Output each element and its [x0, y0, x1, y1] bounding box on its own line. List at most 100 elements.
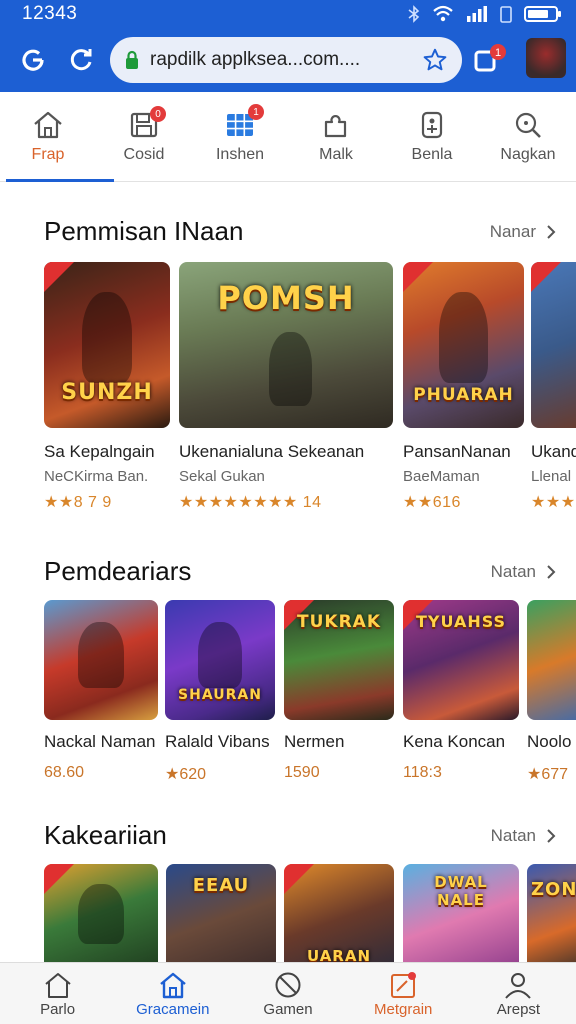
app-thumbnail[interactable]: ZON [527, 864, 576, 962]
tab-label: Nagkan [500, 146, 556, 163]
tab-malk[interactable]: Malk [288, 92, 384, 181]
reload-button[interactable] [60, 39, 102, 81]
app-price: 1590 [284, 764, 320, 781]
game-logo: SUNZH [61, 379, 153, 405]
app-card[interactable]: TYUAHSS Kena Koncan 118:3 [403, 600, 521, 790]
reload-icon [70, 49, 92, 71]
bottom-navigation: Parlo Gracamein Gamen Metgrain Arepst [0, 962, 576, 1024]
google-button[interactable] [12, 39, 54, 81]
app-developer: BaeMaman [403, 468, 480, 485]
app-thumbnail [44, 600, 158, 720]
app-rating: ★★★ [531, 494, 576, 511]
search-icon [515, 112, 541, 138]
app-card[interactable]: TUKRAK Nermen 1590 [284, 600, 396, 790]
section-header: Pemdeariars Natan [44, 556, 556, 587]
nav-label: Gracamein [136, 1001, 210, 1018]
nav-arepst[interactable]: Arepst [461, 963, 576, 1024]
app-card[interactable]: SUNZH Sa Kepalngain NeCKirma Ban. ★★8 7 … [44, 262, 172, 512]
lock-icon [126, 50, 138, 69]
game-logo: ZON [531, 879, 576, 901]
profile-avatar[interactable] [526, 38, 566, 78]
tabs-button[interactable]: 1 [470, 42, 510, 83]
status-time: 12343 [22, 3, 78, 24]
see-more-link[interactable]: Natan [491, 562, 556, 582]
app-title: Ukand [531, 442, 576, 461]
app-card[interactable]: Noolo ★677 [527, 600, 576, 790]
block-icon [275, 972, 301, 998]
tab-frap[interactable]: Frap [0, 92, 114, 182]
app-rating: ★★8 7 9 [44, 494, 112, 511]
tab-cosid[interactable]: 0 Cosid [96, 92, 192, 181]
app-title: Nermen [284, 732, 345, 751]
notification-badge: 0 [150, 106, 166, 122]
chevron-right-icon [547, 224, 556, 239]
app-card[interactable]: POMSH Ukenanialuna Sekeanan Sekal Gukan … [179, 262, 395, 512]
puzzle-icon [324, 114, 347, 138]
app-rating: ★★616 [403, 494, 461, 511]
app-title: Nackal Naman [44, 732, 156, 751]
app-developer: Llenal [531, 468, 572, 485]
corner-tag [403, 262, 433, 292]
signal-icon [467, 6, 487, 22]
battery-icon [524, 6, 561, 22]
corner-tag [531, 262, 561, 292]
see-more-label: Nanar [489, 221, 536, 241]
home-active-icon [160, 972, 186, 999]
home-icon [44, 973, 71, 998]
corner-tag [284, 864, 314, 894]
app-title: Sa Kepalngain [44, 442, 155, 461]
hero-figure [78, 621, 124, 688]
nav-gamen[interactable]: Gamen [230, 963, 345, 1024]
app-thumbnail: POMSH [179, 262, 393, 428]
see-more-link[interactable]: Nanar [490, 222, 556, 242]
corner-tag [44, 864, 74, 894]
app-title: Ukenanialuna Sekeanan [179, 442, 365, 461]
app-title: Noolo [527, 732, 572, 751]
app-thumbnail [527, 600, 576, 720]
app-developer: NeCKirma Ban. [44, 468, 149, 485]
game-logo: EEAU [192, 875, 250, 896]
bookmark-star-icon[interactable] [422, 47, 448, 73]
nav-gracamein[interactable]: Gracamein [115, 963, 230, 1024]
section-more: Kakeariian Natan EEAU UARAN DWAL NALE ZO… [0, 804, 576, 962]
app-thumbnail[interactable]: UARAN [284, 864, 394, 962]
tab-inshen[interactable]: 1 Inshen [192, 92, 288, 181]
app-thumbnail: SUNZH [44, 262, 170, 428]
see-more-link[interactable]: Natan [491, 826, 556, 846]
chevron-right-icon [547, 828, 556, 843]
nav-metgrain[interactable]: Metgrain [346, 963, 461, 1024]
app-price: ★677 [527, 766, 569, 783]
app-thumbnail[interactable]: EEAU [166, 864, 276, 962]
app-thumbnail: PHUARAH [403, 262, 524, 428]
app-card[interactable]: Nackal Naman 68.60 [44, 600, 158, 790]
app-price: ★620 [165, 766, 207, 783]
category-tabs: Frap 0 Cosid 1 Inshen Malk Benla Nagkan [0, 92, 576, 182]
app-card[interactable]: SHAURAN Ralald Vibans ★620 [165, 600, 277, 790]
game-logo: TYUAHSS [415, 612, 507, 631]
app-thumbnail[interactable]: DWAL NALE [403, 864, 519, 962]
tab-label: Inshen [215, 146, 265, 163]
tab-nagkan[interactable]: Nagkan [480, 92, 576, 181]
app-thumbnail: TYUAHSS [403, 600, 519, 720]
tab-label: Malk [319, 146, 353, 163]
hero-figure [198, 621, 242, 688]
nav-label: Arepst [496, 1001, 541, 1018]
app-title: PansanNanan [403, 442, 511, 461]
app-thumbnail[interactable] [44, 864, 158, 962]
app-card[interactable]: PHUARAH PansanNanan BaeMaman ★★616 [403, 262, 525, 512]
app-card[interactable]: Ukand Llenal ★★★ [531, 262, 576, 512]
section-header: Pemmisan INaan Nanar [44, 216, 556, 247]
tab-benla[interactable]: Benla [384, 92, 480, 181]
app-developer: Sekal Gukan [179, 468, 265, 485]
app-thumbnail: SHAURAN [165, 600, 275, 720]
app-price: 118:3 [403, 764, 442, 781]
nav-parlo[interactable]: Parlo [0, 963, 115, 1024]
address-bar[interactable]: rapdilk applksea...com.... [110, 37, 462, 83]
svg-text:1: 1 [495, 47, 501, 59]
app-title: Ralald Vibans [165, 732, 270, 751]
hero-figure [268, 331, 312, 407]
app-thumbnail: TUKRAK [284, 600, 394, 720]
wifi-icon [433, 5, 453, 22]
hero-figure [81, 291, 133, 384]
see-more-label: Natan [490, 825, 536, 845]
